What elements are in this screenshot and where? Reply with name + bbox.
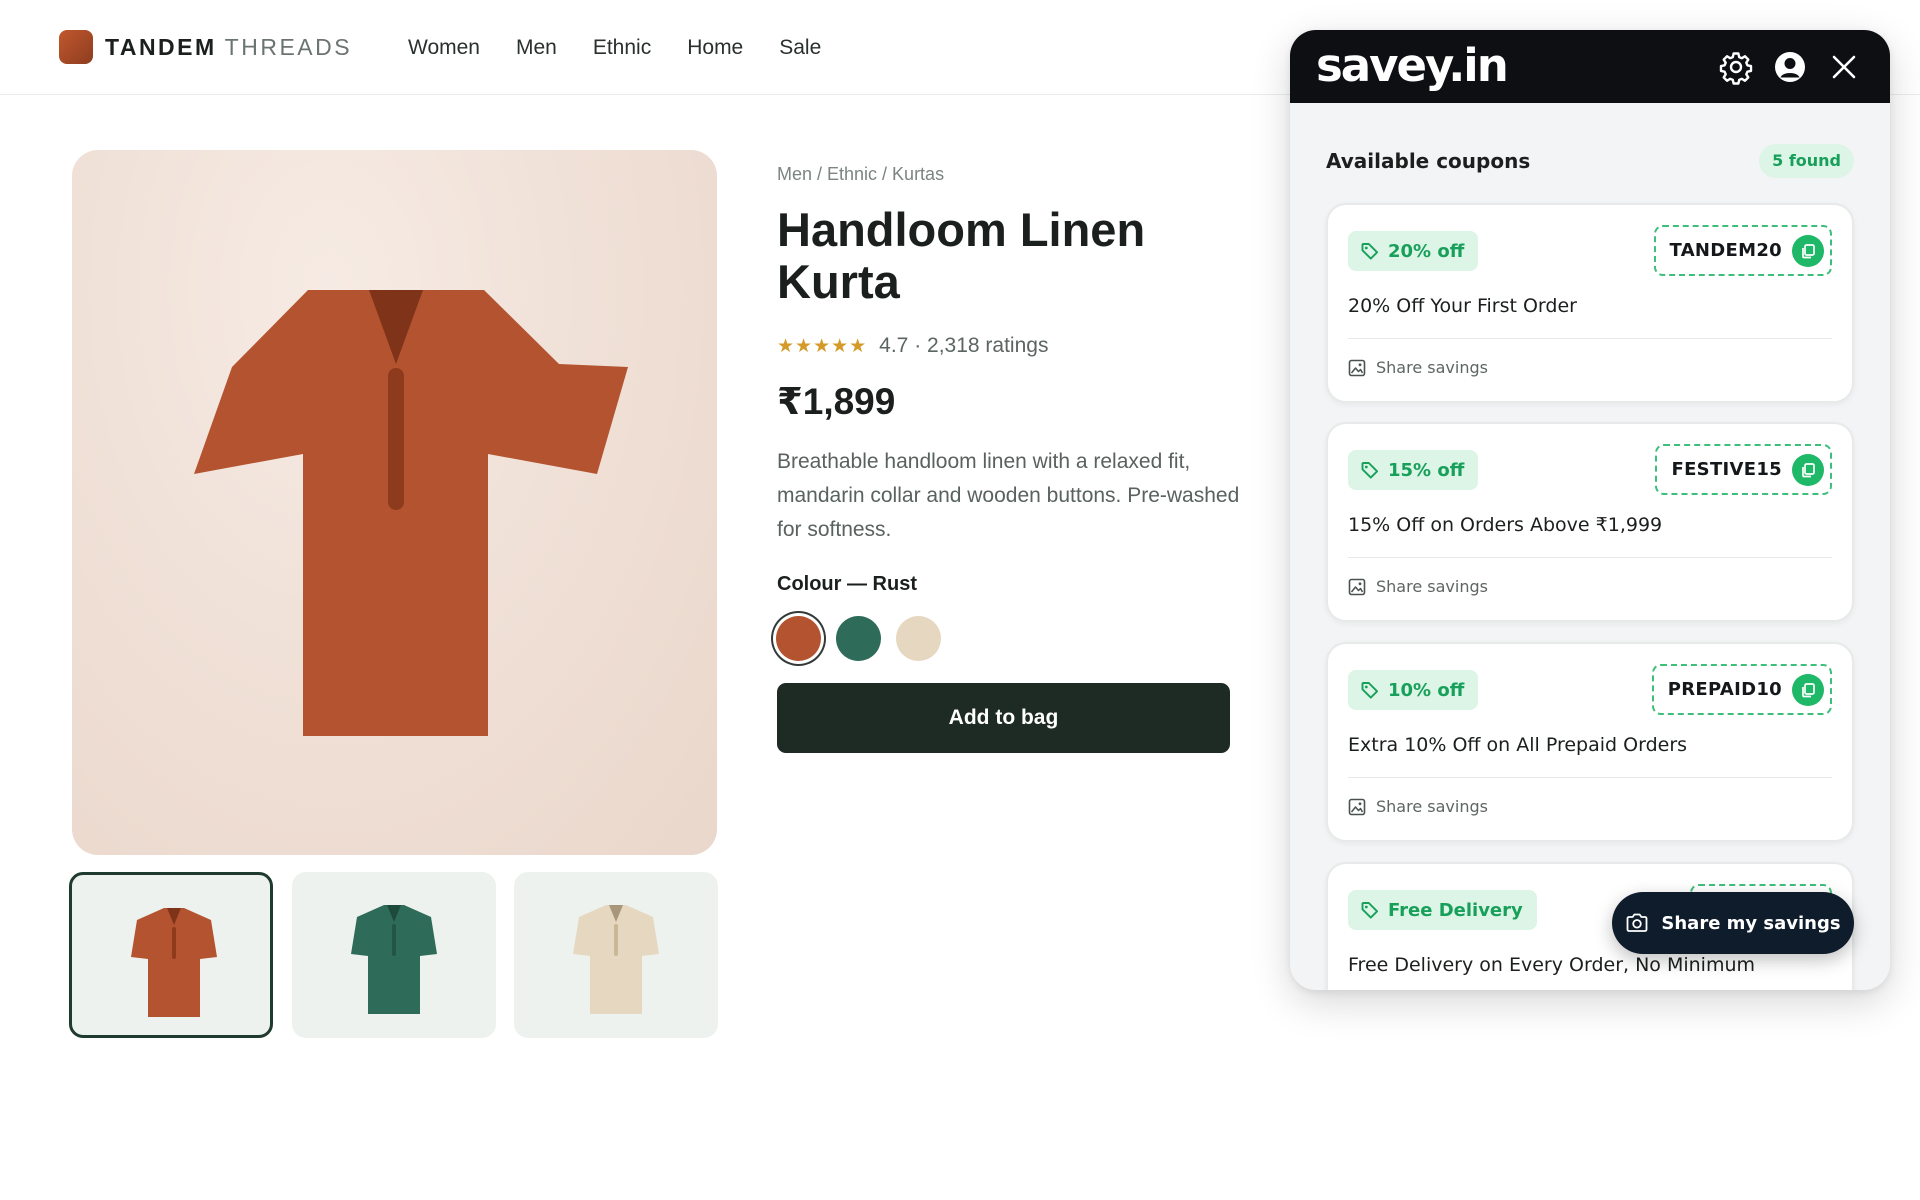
nav-ethnic[interactable]: Ethnic: [593, 34, 651, 62]
product-rating: ★★★★★ 4.7 · 2,318 ratings: [777, 333, 1048, 360]
extension-header: savey.in: [1290, 30, 1890, 103]
coupon-code-button[interactable]: TANDEM20: [1653, 225, 1832, 276]
coupon-offer-text: Free Delivery on Every Order, No Minimum: [1348, 954, 1756, 976]
savey-logo: savey.in: [1316, 39, 1509, 92]
product-title: Handloom Linen Kurta: [777, 203, 1146, 308]
card-divider: [1348, 338, 1832, 339]
nav-men[interactable]: Men: [516, 34, 557, 62]
image-icon: [1348, 798, 1366, 816]
thumbnail-rust[interactable]: [69, 872, 273, 1038]
discount-label: 20% off: [1388, 240, 1465, 262]
coupon-offer-text: 15% Off on Orders Above ₹1,999: [1348, 514, 1663, 536]
brand-secondary: THREADS: [224, 34, 353, 60]
coupon-card: 20% off TANDEM20 20% Off Your First Orde…: [1326, 203, 1854, 403]
product-price: ₹1,899: [777, 381, 896, 422]
image-icon: [1348, 359, 1366, 377]
close-icon[interactable]: [1826, 49, 1862, 85]
discount-label: 15% off: [1388, 459, 1465, 481]
kurta-placket: [388, 368, 404, 510]
share-savings-label: Share savings: [1376, 358, 1488, 377]
card-divider: [1348, 777, 1832, 778]
rating-text: 4.7 · 2,318 ratings: [879, 334, 1049, 357]
thumbnail-green[interactable]: [292, 872, 496, 1038]
thumbnail-cream[interactable]: [514, 872, 718, 1038]
coupon-offer-text: 20% Off Your First Order: [1348, 295, 1577, 317]
account-icon[interactable]: [1772, 49, 1808, 85]
tag-icon: [1361, 243, 1379, 260]
coupon-code: FESTIVE15: [1671, 459, 1782, 480]
thumbnail-kurta-rust: [131, 908, 217, 1017]
swatch-rust[interactable]: [776, 616, 821, 661]
coupon-card: 10% off PREPAID10 Extra 10% Off on All P…: [1326, 642, 1854, 842]
product-main-image[interactable]: [72, 150, 717, 855]
tag-icon: [1361, 682, 1379, 699]
coupons-heading: Available coupons: [1326, 149, 1531, 173]
thumbnail-kurta-green: [351, 905, 437, 1014]
nav-sale[interactable]: Sale: [779, 34, 821, 62]
share-savings-link[interactable]: Share savings: [1348, 796, 1488, 818]
kurta-illustration: [194, 290, 628, 736]
coupon-code-button[interactable]: FESTIVE15: [1655, 444, 1832, 495]
nav-home[interactable]: Home: [687, 34, 743, 62]
main-nav: Women Men Ethnic Home Sale: [408, 34, 821, 62]
coupon-card: 15% off FESTIVE15 15% Off on Orders Abov…: [1326, 422, 1854, 622]
savey-extension-panel: savey.in Available coupons 5 found 20% o…: [1290, 30, 1890, 990]
swatch-cream[interactable]: [896, 616, 941, 661]
colour-label: Colour — Rust: [777, 573, 917, 595]
nav-women[interactable]: Women: [408, 34, 480, 62]
product-description: Breathable handloom linen with a relaxed…: [777, 450, 1240, 541]
share-my-savings-label: Share my savings: [1661, 912, 1841, 934]
discount-label: Free Delivery: [1388, 899, 1523, 921]
tag-icon: [1361, 902, 1379, 919]
camera-icon: [1626, 913, 1648, 932]
coupon-code: TANDEM20: [1669, 240, 1782, 261]
kurta-body: [194, 290, 628, 736]
share-savings-label: Share savings: [1376, 577, 1488, 596]
breadcrumb[interactable]: Men / Ethnic / Kurtas: [777, 162, 944, 186]
copy-icon[interactable]: [1792, 673, 1824, 706]
share-savings-label: Share savings: [1376, 797, 1488, 816]
card-divider: [1348, 557, 1832, 558]
thumbnail-kurta-cream: [573, 905, 659, 1014]
copy-icon[interactable]: [1792, 234, 1824, 267]
store-logo-mark[interactable]: [59, 30, 93, 64]
coupon-offer-text: Extra 10% Off on All Prepaid Orders: [1348, 734, 1688, 756]
settings-gear-icon[interactable]: [1718, 49, 1754, 85]
share-my-savings-button[interactable]: Share my savings: [1612, 892, 1854, 954]
image-icon: [1348, 578, 1366, 596]
rating-stars: ★★★★★: [777, 336, 868, 357]
discount-label: 10% off: [1388, 679, 1465, 701]
store-logo[interactable]: TANDEM THREADS: [105, 33, 352, 61]
coupons-found-badge: 5 found: [1759, 144, 1854, 178]
coupon-code: PREPAID10: [1667, 679, 1782, 700]
add-to-bag-button[interactable]: Add to bag: [777, 683, 1230, 753]
copy-icon[interactable]: [1792, 453, 1824, 486]
discount-pill: 10% off: [1348, 670, 1479, 710]
coupon-code-button[interactable]: PREPAID10: [1651, 664, 1832, 715]
tag-icon: [1361, 462, 1379, 479]
share-savings-link[interactable]: Share savings: [1348, 576, 1488, 598]
discount-pill: 15% off: [1348, 450, 1479, 490]
swatch-green[interactable]: [836, 616, 881, 661]
discount-pill: Free Delivery: [1348, 890, 1537, 930]
discount-pill: 20% off: [1348, 231, 1479, 271]
share-savings-link[interactable]: Share savings: [1348, 357, 1488, 379]
brand-primary: TANDEM: [105, 34, 217, 60]
